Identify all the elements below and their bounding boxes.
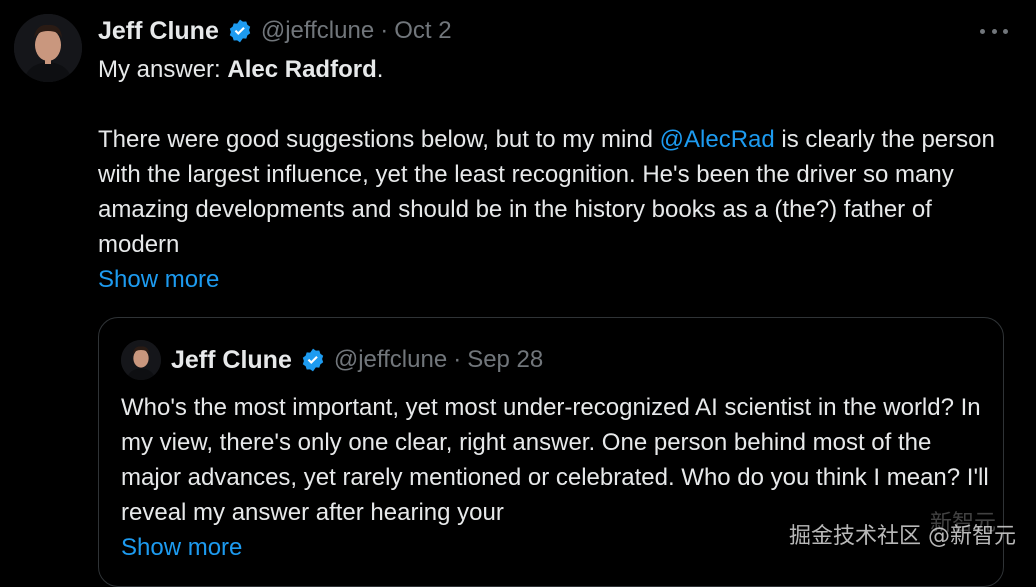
quoted-tweet-header: Jeff Clune @jeffclune · Sep 28: [121, 340, 543, 380]
quoted-text: Who's the most important, yet most under…: [121, 394, 989, 526]
separator-dot: ·: [380, 17, 389, 44]
text-before-mention: There were good suggestions below, but t…: [98, 126, 660, 153]
watermark: 掘金技术社区 @新智元: [789, 524, 1016, 549]
author-name[interactable]: Jeff Clune: [98, 17, 219, 46]
tweet-date[interactable]: Oct 2: [394, 17, 451, 45]
quoted-author-name: Jeff Clune: [171, 345, 292, 374]
mention-link[interactable]: @AlecRad: [660, 126, 775, 153]
answer-suffix: .: [376, 56, 384, 83]
verified-badge-icon: [300, 347, 326, 373]
more-horizontal-icon[interactable]: [980, 22, 1008, 40]
show-more-link[interactable]: Show more: [98, 262, 998, 297]
separator-dot: ·: [453, 346, 462, 373]
author-handle[interactable]: @jeffclune: [261, 17, 374, 45]
tweet-paragraph: There were good suggestions below, but t…: [98, 122, 998, 262]
answer-line: My answer: Alec Radford.: [98, 52, 998, 87]
author-avatar[interactable]: [14, 14, 82, 82]
quoted-tweet-date: Sep 28: [467, 346, 544, 373]
tweet-header: Jeff Clune @jeffclune · Oct 2: [98, 14, 452, 48]
tweet-text: My answer: Alec Radford. There were good…: [98, 52, 998, 297]
answer-name: Alec Radford: [227, 56, 377, 83]
quoted-author-avatar: [121, 340, 161, 380]
quoted-author-handle: @jeffclune: [333, 346, 448, 373]
verified-badge-icon: [227, 18, 253, 44]
answer-prefix: My answer:: [98, 56, 228, 83]
